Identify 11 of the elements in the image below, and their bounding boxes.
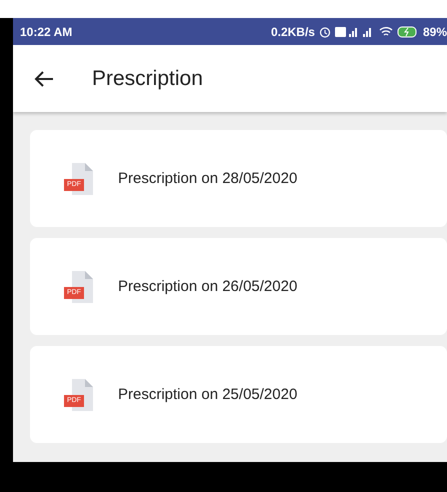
network-speed: 0.2KB/s (270, 24, 315, 38)
status-time: 10:22 AM (20, 24, 72, 38)
battery-level: 89% (422, 24, 447, 38)
prescription-label: Prescription on 25/05/2020 (118, 386, 298, 403)
battery-icon (396, 26, 419, 38)
wifi-icon (378, 26, 393, 38)
prescription-label: Prescription on 26/05/2020 (118, 278, 298, 295)
back-arrow-icon[interactable] (34, 70, 54, 88)
alarm-icon (318, 26, 331, 38)
prescription-label: Prescription on 28/05/2020 (118, 170, 298, 187)
screen-title: Prescription (92, 66, 203, 90)
